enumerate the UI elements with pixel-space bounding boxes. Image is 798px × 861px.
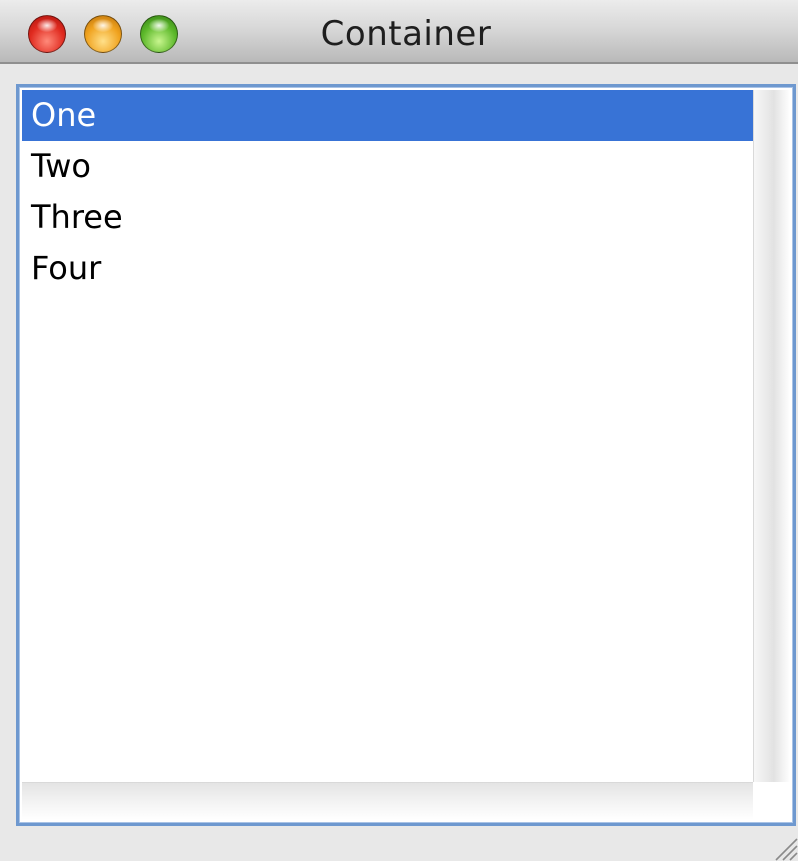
horizontal-scrollbar[interactable] (22, 782, 756, 820)
list-item[interactable]: Two (22, 141, 756, 192)
scrollbar-corner (753, 782, 790, 820)
window: Container One Two Three Four (0, 0, 798, 861)
list-item[interactable]: Four (22, 243, 756, 294)
resize-grip-icon[interactable] (768, 831, 798, 861)
list-content[interactable]: One Two Three Four (22, 90, 756, 784)
list-item[interactable]: Three (22, 192, 756, 243)
list-box[interactable]: One Two Three Four (16, 84, 796, 826)
list-item[interactable]: One (22, 90, 756, 141)
title-bar[interactable]: Container (0, 0, 798, 64)
vertical-scrollbar[interactable] (753, 90, 790, 784)
window-title: Container (320, 14, 492, 54)
